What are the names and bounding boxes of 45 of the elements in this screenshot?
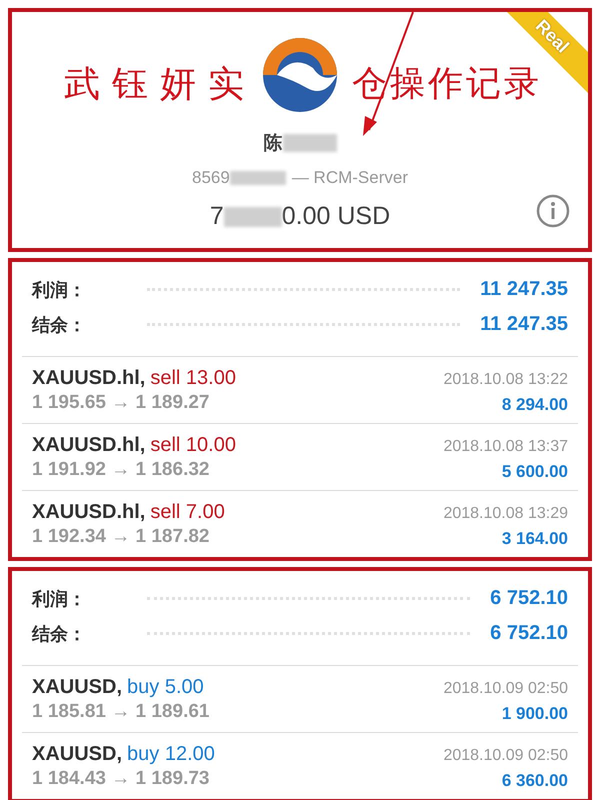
redacted-name [282,134,336,152]
trade-prices: 1 195.65 → 1 189.27 [32,392,210,414]
trade-prices: 1 192.34 → 1 187.82 [32,526,210,548]
trade-prices: 1 184.43 → 1 189.73 [32,768,210,790]
trade-profit: 6 360.00 [502,771,568,791]
redacted-number [230,171,286,185]
summary-label: 结余： [32,314,87,336]
summary-label: 结余： [32,622,87,646]
trade-volume: sell 10.00 [150,434,236,457]
handwritten-title: 武钰妍实 [64,63,256,107]
trade-volume: buy 5.00 [127,676,204,699]
trade-time: 2018.10.09 02:50 [443,747,568,765]
trade-symbol: XAUUSD.hl, [32,367,146,390]
trade-time: 2018.10.08 13:22 [443,371,568,389]
trade-time: 2018.10.08 13:37 [443,438,568,456]
trade-symbol: XAUUSD.hl, [32,501,146,524]
trade-time: 2018.10.08 13:29 [443,505,568,523]
summary-label: 利润： [32,278,87,302]
logo-icon [263,38,337,112]
trade-profit: 1 900.00 [502,704,568,724]
server-name: — RCM-Server [292,168,408,188]
balance-end: 0.00 USD [282,202,390,231]
redacted-balance [224,206,282,226]
info-icon[interactable] [536,194,570,228]
handwritten-title: 仓操作记录 [352,63,542,106]
trade-profit: 5 600.00 [502,462,568,482]
summary-value: 11 247.35 [480,313,568,336]
trade-profit: 3 164.00 [502,529,568,549]
account-number: 8569 [192,168,230,188]
trade-symbol: XAUUSD, [32,676,122,699]
summary-value: 6 752.10 [490,587,568,610]
trade-time: 2018.10.09 02:50 [443,680,568,698]
balance-start: 7 [210,202,224,231]
account-name: 陈 [264,132,282,156]
trade-symbol: XAUUSD, [32,743,122,766]
summary-value: 6 752.10 [490,622,568,645]
summary-value: 11 247.35 [480,278,568,301]
trade-symbol: XAUUSD.hl, [32,434,146,457]
trade-volume: sell 13.00 [150,367,236,390]
summary-label: 利润： [32,588,87,610]
trade-volume: buy 12.00 [127,743,215,766]
trade-profit: 8 294.00 [502,395,568,415]
trade-prices: 1 191.92 → 1 186.32 [32,459,210,481]
trade-prices: 1 185.81 → 1 189.61 [32,701,210,723]
trade-volume: sell 7.00 [150,501,225,524]
